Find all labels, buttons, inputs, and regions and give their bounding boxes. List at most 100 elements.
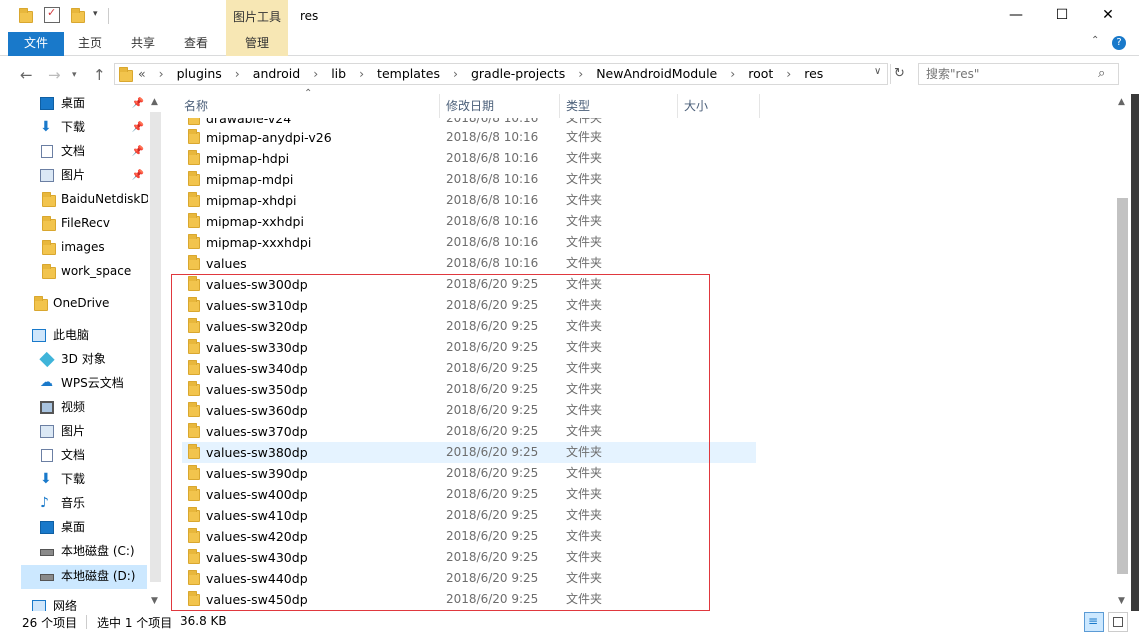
search-icon[interactable]: ⌕ — [1098, 66, 1105, 81]
nav-item-pictures[interactable]: 图片 📌 — [0, 164, 148, 187]
nav-item-desktop-pc[interactable]: 桌面 — [0, 516, 148, 539]
nav-item-wps-cloud[interactable]: ☁ WPS云文档 — [0, 372, 148, 395]
list-item[interactable]: values-sw440dp 2018/6/20 9:25 文件夹 — [182, 568, 756, 589]
list-item-selected[interactable]: values-sw380dp 2018/6/20 9:25 文件夹 — [182, 442, 756, 463]
list-item[interactable]: mipmap-mdpi 2018/6/8 10:16 文件夹 — [182, 169, 756, 190]
nav-item-drive-c[interactable]: 本地磁盘 (C:) — [0, 540, 148, 563]
nav-item-this-pc[interactable]: 此电脑 — [0, 324, 148, 347]
scroll-down-icon[interactable]: ▼ — [1118, 596, 1125, 606]
close-button[interactable]: ✕ — [1085, 0, 1131, 32]
breadcrumb-overflow[interactable]: « — [138, 66, 146, 81]
refresh-icon[interactable]: ↻ — [890, 64, 908, 84]
column-header-date[interactable]: 修改日期 — [440, 94, 560, 118]
nav-item-pictures-pc[interactable]: 图片 — [0, 420, 148, 443]
breadcrumb-item[interactable]: plugins — [177, 66, 222, 81]
scroll-up-icon[interactable]: ▲ — [151, 97, 158, 107]
properties-icon[interactable]: ✓ — [44, 6, 60, 23]
nav-item-desktop[interactable]: 桌面 📌 — [0, 94, 148, 115]
chevron-right-icon[interactable]: › — [150, 66, 173, 81]
folder-icon — [42, 192, 56, 207]
back-arrow-icon[interactable]: ← — [20, 66, 33, 84]
nav-item-onedrive[interactable]: OneDrive — [0, 292, 148, 315]
chevron-right-icon[interactable]: › — [569, 66, 592, 81]
up-arrow-icon[interactable]: ↑ — [93, 66, 106, 84]
list-item[interactable]: values-sw410dp 2018/6/20 9:25 文件夹 — [182, 505, 756, 526]
pin-icon[interactable]: 📌 — [132, 140, 144, 163]
nav-item-music[interactable]: ♪ 音乐 — [0, 492, 148, 515]
column-header-size[interactable]: 大小 — [678, 94, 760, 118]
pin-icon[interactable]: 📌 — [132, 164, 144, 187]
chevron-right-icon[interactable]: › — [350, 66, 373, 81]
list-item[interactable]: values-sw390dp 2018/6/20 9:25 文件夹 — [182, 463, 756, 484]
scroll-up-icon[interactable]: ▲ — [1118, 97, 1125, 107]
nav-item-videos[interactable]: 视频 — [0, 396, 148, 419]
chevron-right-icon[interactable]: › — [721, 66, 744, 81]
chevron-right-icon[interactable]: › — [777, 66, 800, 81]
recent-locations-dropdown-icon[interactable]: ▾ — [72, 70, 77, 80]
breadcrumb-item[interactable]: res — [804, 66, 823, 81]
nav-item-3d-objects[interactable]: 3D 对象 — [0, 348, 148, 371]
chevron-right-icon[interactable]: › — [304, 66, 327, 81]
list-item[interactable]: values-sw400dp 2018/6/20 9:25 文件夹 — [182, 484, 756, 505]
list-item[interactable]: mipmap-hdpi 2018/6/8 10:16 文件夹 — [182, 148, 756, 169]
list-item[interactable]: values-sw430dp 2018/6/20 9:25 文件夹 — [182, 547, 756, 568]
nav-item-filerecv[interactable]: FileRecv — [0, 212, 148, 235]
nav-item-documents[interactable]: 文档 📌 — [0, 140, 148, 163]
search-input[interactable] — [926, 64, 1096, 84]
pin-icon[interactable]: 📌 — [132, 116, 144, 139]
maximize-button[interactable]: ☐ — [1039, 0, 1085, 32]
list-item[interactable]: values-sw350dp 2018/6/20 9:25 文件夹 — [182, 379, 756, 400]
nav-pane-scrollbar-thumb[interactable] — [150, 112, 161, 582]
list-item[interactable]: values-sw360dp 2018/6/20 9:25 文件夹 — [182, 400, 756, 421]
chevron-right-icon[interactable]: › — [226, 66, 249, 81]
breadcrumb-item[interactable]: gradle-projects — [471, 66, 565, 81]
content-scrollbar-thumb[interactable] — [1117, 198, 1128, 574]
list-item[interactable]: values-sw320dp 2018/6/20 9:25 文件夹 — [182, 316, 756, 337]
address-dropdown-icon[interactable]: ∨ — [874, 66, 881, 77]
list-item[interactable]: mipmap-xxxhdpi 2018/6/8 10:16 文件夹 — [182, 232, 756, 253]
nav-item-network[interactable]: 网络 — [0, 595, 148, 611]
list-item[interactable]: values-sw340dp 2018/6/20 9:25 文件夹 — [182, 358, 756, 379]
details-view-icon[interactable]: ≡ — [1084, 612, 1104, 632]
list-item[interactable]: values-sw330dp 2018/6/20 9:25 文件夹 — [182, 337, 756, 358]
nav-item-downloads[interactable]: ⬇ 下载 📌 — [0, 116, 148, 139]
column-header-type[interactable]: 类型 — [560, 94, 678, 118]
nav-item-drive-d[interactable]: 本地磁盘 (D:) — [0, 565, 148, 588]
list-item[interactable]: mipmap-xhdpi 2018/6/8 10:16 文件夹 — [182, 190, 756, 211]
quick-access-dropdown-icon[interactable]: ▾ — [93, 9, 98, 19]
breadcrumb-item[interactable]: root — [748, 66, 773, 81]
breadcrumb-item[interactable]: templates — [377, 66, 440, 81]
list-item[interactable]: values-sw300dp 2018/6/20 9:25 文件夹 — [182, 274, 756, 295]
tab-share[interactable]: 共享 — [122, 32, 164, 56]
tab-manage[interactable]: 管理 — [226, 32, 288, 56]
folder-icon — [18, 8, 34, 24]
list-item[interactable]: mipmap-anydpi-v26 2018/6/8 10:16 文件夹 — [182, 127, 756, 148]
breadcrumb-item[interactable]: lib — [331, 66, 346, 81]
list-item[interactable]: values 2018/6/8 10:16 文件夹 — [182, 253, 756, 274]
nav-item-downloads-pc[interactable]: ⬇ 下载 — [0, 468, 148, 491]
chevron-right-icon[interactable]: › — [444, 66, 467, 81]
scroll-down-icon[interactable]: ▼ — [151, 596, 158, 606]
help-icon[interactable]: ? — [1112, 36, 1126, 50]
tab-view[interactable]: 查看 — [174, 32, 218, 56]
nav-item-documents-pc[interactable]: 文档 — [0, 444, 148, 467]
list-item[interactable]: values-sw450dp 2018/6/20 9:25 文件夹 — [182, 589, 756, 610]
pin-icon[interactable]: 📌 — [132, 94, 144, 115]
tab-file[interactable]: 文件 — [8, 32, 64, 56]
list-item[interactable]: mipmap-xxhdpi 2018/6/8 10:16 文件夹 — [182, 211, 756, 232]
chevron-up-icon[interactable]: ⌃ — [1091, 35, 1099, 46]
minimize-button[interactable]: — — [993, 0, 1039, 32]
breadcrumb-item[interactable]: android — [253, 66, 300, 81]
forward-arrow-icon[interactable]: → — [48, 66, 61, 84]
new-folder-icon[interactable] — [70, 8, 86, 24]
list-item[interactable]: values-sw420dp 2018/6/20 9:25 文件夹 — [182, 526, 756, 547]
nav-item-work-space[interactable]: work_space — [0, 260, 148, 283]
nav-item-images[interactable]: images — [0, 236, 148, 259]
file-name: mipmap-mdpi — [206, 172, 294, 187]
list-item[interactable]: values-sw310dp 2018/6/20 9:25 文件夹 — [182, 295, 756, 316]
large-icons-view-icon[interactable] — [1108, 612, 1128, 632]
breadcrumb-item[interactable]: NewAndroidModule — [596, 66, 717, 81]
nav-item-baidunetdisk[interactable]: BaiduNetdiskD — [0, 188, 148, 211]
list-item[interactable]: values-sw370dp 2018/6/20 9:25 文件夹 — [182, 421, 756, 442]
tab-home[interactable]: 主页 — [70, 32, 110, 56]
